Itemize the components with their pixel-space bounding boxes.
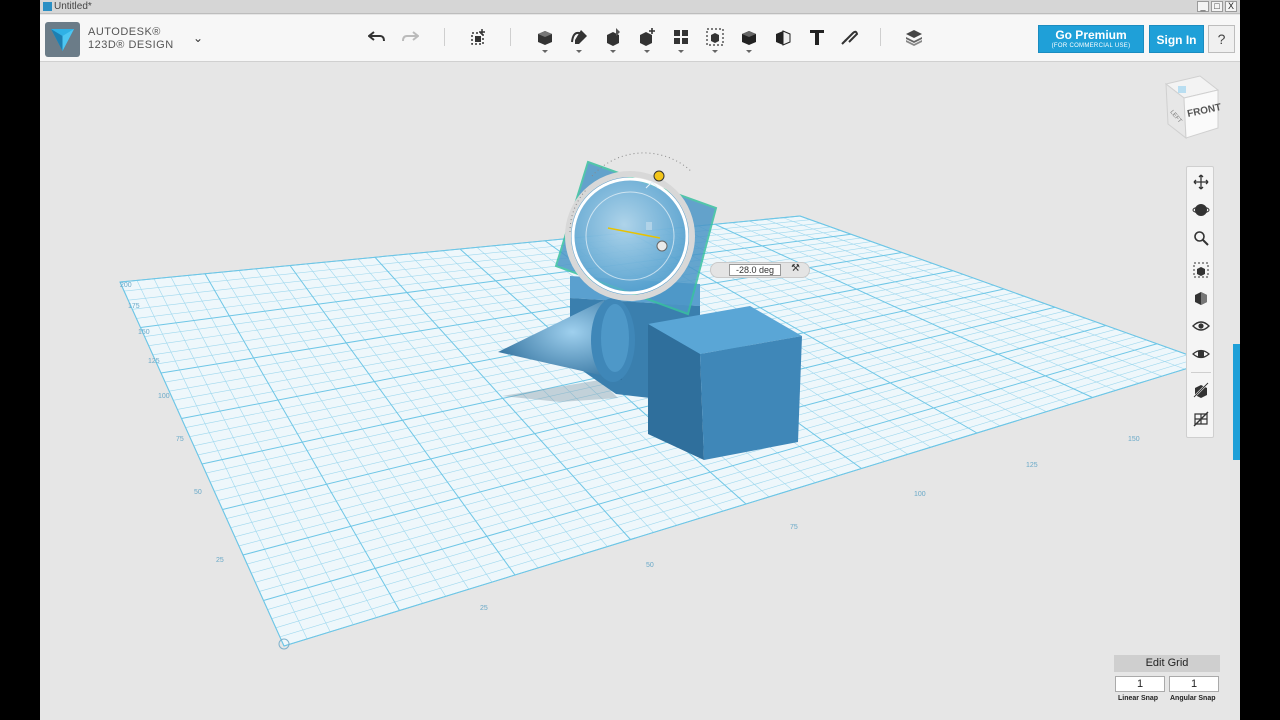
- visibility-icon[interactable]: [1189, 314, 1213, 338]
- grid-settings-panel: Edit Grid 1 1 Linear Snap Angular Snap: [1114, 655, 1220, 709]
- go-premium-button[interactable]: Go Premium (FOR COMMERCIAL USE): [1038, 25, 1144, 53]
- hide-sketch-icon[interactable]: [1189, 378, 1213, 402]
- primitives-icon[interactable]: [533, 25, 557, 53]
- measure-icon[interactable]: [771, 25, 795, 49]
- linear-snap-field[interactable]: 1: [1115, 676, 1165, 692]
- view-cube-icon[interactable]: [1189, 286, 1213, 310]
- main-toolbar: AUTODESK® 123D® DESIGN ⌄ Go Premium (FOR…: [40, 15, 1240, 62]
- chevron-down-icon[interactable]: ⌄: [193, 31, 203, 45]
- grid-label-bottom: 50: [646, 562, 654, 569]
- grid-label-bottom: 75: [790, 524, 798, 531]
- grid-label-left: 100: [158, 393, 170, 400]
- brand-autodesk: AUTODESK®: [88, 26, 161, 38]
- angular-snap-field[interactable]: 1: [1169, 676, 1219, 692]
- redo-icon[interactable]: [398, 25, 422, 49]
- sketch-icon[interactable]: [567, 25, 591, 53]
- grid-label-left: 125: [148, 358, 160, 365]
- grid-label-left: 50: [194, 489, 202, 496]
- 3d-viewport[interactable]: 200 175 150 125 100 75 50 25 25 50 75 10…: [40, 62, 1240, 720]
- grid-label-bottom: 25: [480, 605, 488, 612]
- app-window: Untitled* _ □ X AUTODESK® 123D® DESIGN ⌄: [40, 0, 1240, 720]
- linear-snap-label: Linear Snap: [1118, 695, 1159, 702]
- maximize-button[interactable]: □: [1211, 1, 1223, 12]
- box-solid[interactable]: [648, 306, 802, 460]
- go-premium-label: Go Premium: [1055, 28, 1127, 42]
- angular-snap-label: Angular Snap: [1170, 695, 1216, 702]
- grid-label-left: 200: [120, 282, 132, 289]
- app-icon: [43, 2, 52, 11]
- close-button[interactable]: X: [1225, 1, 1237, 12]
- logo-icon: [51, 29, 74, 51]
- orbit-icon[interactable]: [1189, 198, 1213, 222]
- help-button[interactable]: ?: [1208, 25, 1235, 53]
- sign-in-button[interactable]: Sign In: [1149, 25, 1204, 53]
- go-premium-sublabel: (FOR COMMERCIAL USE): [1051, 43, 1131, 49]
- new-primitive-icon[interactable]: [467, 25, 491, 49]
- toolbar-separator: [444, 28, 445, 46]
- grid-label-left: 25: [216, 557, 224, 564]
- zoom-icon[interactable]: [1189, 226, 1213, 250]
- pan-icon[interactable]: [1189, 170, 1213, 194]
- construct-icon[interactable]: [601, 25, 625, 53]
- materials-outline-icon[interactable]: [1189, 342, 1213, 366]
- minimize-button[interactable]: _: [1197, 1, 1209, 12]
- title-bar: Untitled* _ □ X: [40, 0, 1240, 14]
- grid-label-bottom: 150: [1128, 436, 1140, 443]
- grouping-icon[interactable]: [703, 25, 727, 53]
- navigation-bar: [1186, 166, 1214, 438]
- app-menu-button[interactable]: [45, 22, 80, 57]
- grid-label-bottom: 100: [914, 491, 926, 498]
- grid-label-bottom: 125: [1026, 462, 1038, 469]
- nav-separator: [1191, 372, 1211, 373]
- edit-grid-button[interactable]: Edit Grid: [1114, 655, 1220, 672]
- scene-canvas[interactable]: 200 175 150 125 100 75 50 25 25 50 75 10…: [40, 62, 1240, 720]
- undo-icon[interactable]: [365, 25, 389, 49]
- pattern-icon[interactable]: [669, 25, 693, 53]
- grid-label-left: 150: [138, 329, 150, 336]
- panel-toggle-handle[interactable]: [1233, 344, 1240, 460]
- angle-readout: -28.0 deg ⚒: [710, 262, 810, 278]
- text-icon[interactable]: [805, 25, 829, 49]
- material-icon[interactable]: [902, 25, 926, 49]
- grid-label-left: 75: [176, 436, 184, 443]
- fit-icon[interactable]: [1189, 258, 1213, 282]
- angle-input[interactable]: -28.0 deg: [729, 264, 781, 276]
- hide-mesh-icon[interactable]: [1189, 407, 1213, 431]
- toolbar-separator: [510, 28, 511, 46]
- brand-product: 123D® DESIGN: [88, 39, 174, 51]
- modify-icon[interactable]: [635, 25, 659, 53]
- grid-label-left: 175: [128, 303, 140, 310]
- view-cube[interactable]: FRONT LEFT: [1164, 75, 1222, 140]
- combine-icon[interactable]: [737, 25, 761, 53]
- window-title: Untitled*: [54, 1, 92, 12]
- snap-icon[interactable]: [837, 25, 861, 49]
- wrench-icon[interactable]: ⚒: [791, 263, 800, 274]
- toolbar-separator: [880, 28, 881, 46]
